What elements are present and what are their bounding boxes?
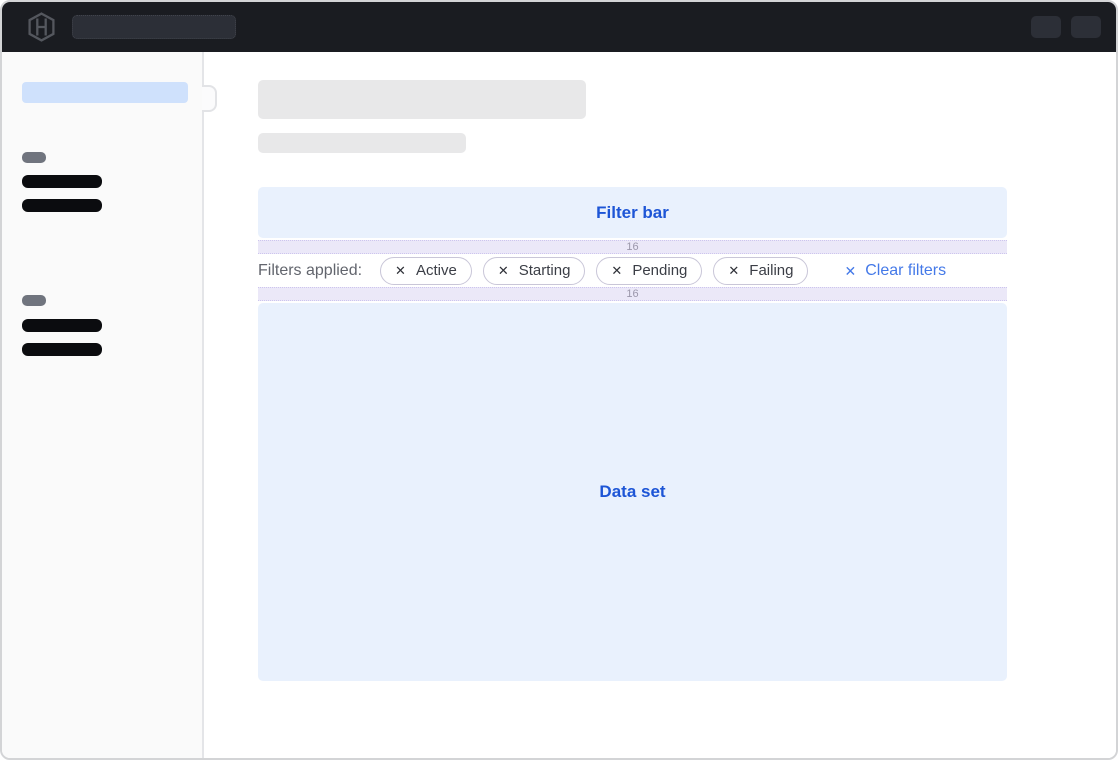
filter-pill-label: Starting xyxy=(519,262,571,279)
applied-filters-row: Filters applied: ✕ Active ✕ Starting ✕ P xyxy=(258,256,1007,285)
spacing-value: 16 xyxy=(626,289,638,300)
nav-action-placeholder-1[interactable] xyxy=(1031,16,1061,38)
nav-actions xyxy=(1031,16,1101,38)
filter-pill-pending[interactable]: ✕ Pending xyxy=(596,257,702,285)
sidebar-item-skeleton[interactable] xyxy=(22,199,102,212)
data-set-label: Data set xyxy=(599,482,665,502)
sidebar-active-item[interactable] xyxy=(22,82,188,103)
filter-pill-list: ✕ Active ✕ Starting ✕ Pending ✕ xyxy=(380,257,808,285)
app-body: Filter bar 16 Filters applied: ✕ Active … xyxy=(2,52,1116,758)
filters-applied-label: Filters applied: xyxy=(258,262,362,280)
sidebar-item-skeleton[interactable] xyxy=(22,343,102,356)
top-nav-bar xyxy=(2,2,1116,52)
nav-action-placeholder-2[interactable] xyxy=(1071,16,1101,38)
filter-demo-region: Filter bar 16 Filters applied: ✕ Active … xyxy=(258,187,1007,681)
data-set-placeholder: Data set xyxy=(258,303,1007,681)
filter-pill-starting[interactable]: ✕ Starting xyxy=(483,257,586,285)
app-window: Filter bar 16 Filters applied: ✕ Active … xyxy=(0,0,1118,760)
sidebar-collapse-handle[interactable] xyxy=(202,85,217,112)
clear-filters-label: Clear filters xyxy=(865,262,946,280)
sidebar-item-skeleton[interactable] xyxy=(22,319,102,332)
remove-filter-icon[interactable]: ✕ xyxy=(611,264,622,277)
remove-filter-icon[interactable]: ✕ xyxy=(395,264,406,277)
filter-pill-label: Active xyxy=(416,262,457,279)
filter-pill-label: Failing xyxy=(749,262,793,279)
main-content: Filter bar 16 Filters applied: ✕ Active … xyxy=(204,52,1116,758)
sidebar-item-skeleton[interactable] xyxy=(22,175,102,188)
filter-bar-label: Filter bar xyxy=(596,203,669,223)
remove-filter-icon[interactable]: ✕ xyxy=(498,264,509,277)
filter-pill-label: Pending xyxy=(632,262,687,279)
nav-search-placeholder[interactable] xyxy=(72,15,236,39)
hashicorp-logo-icon xyxy=(28,12,55,42)
sidebar xyxy=(2,52,204,758)
filter-pill-active[interactable]: ✕ Active xyxy=(380,257,472,285)
clear-filters-link[interactable]: ✕ Clear filters xyxy=(844,262,946,280)
spacing-indicator: 16 xyxy=(258,287,1007,301)
page-title-skeleton xyxy=(258,80,586,119)
page-subtitle-skeleton xyxy=(258,133,466,153)
spacing-value: 16 xyxy=(626,242,638,253)
filter-pill-failing[interactable]: ✕ Failing xyxy=(713,257,808,285)
sidebar-section-header-skeleton xyxy=(22,152,46,163)
remove-filter-icon[interactable]: ✕ xyxy=(728,264,739,277)
sidebar-section-header-skeleton xyxy=(22,295,46,306)
spacing-indicator: 16 xyxy=(258,240,1007,254)
clear-filters-icon: ✕ xyxy=(844,264,856,278)
filter-bar-placeholder: Filter bar xyxy=(258,187,1007,238)
